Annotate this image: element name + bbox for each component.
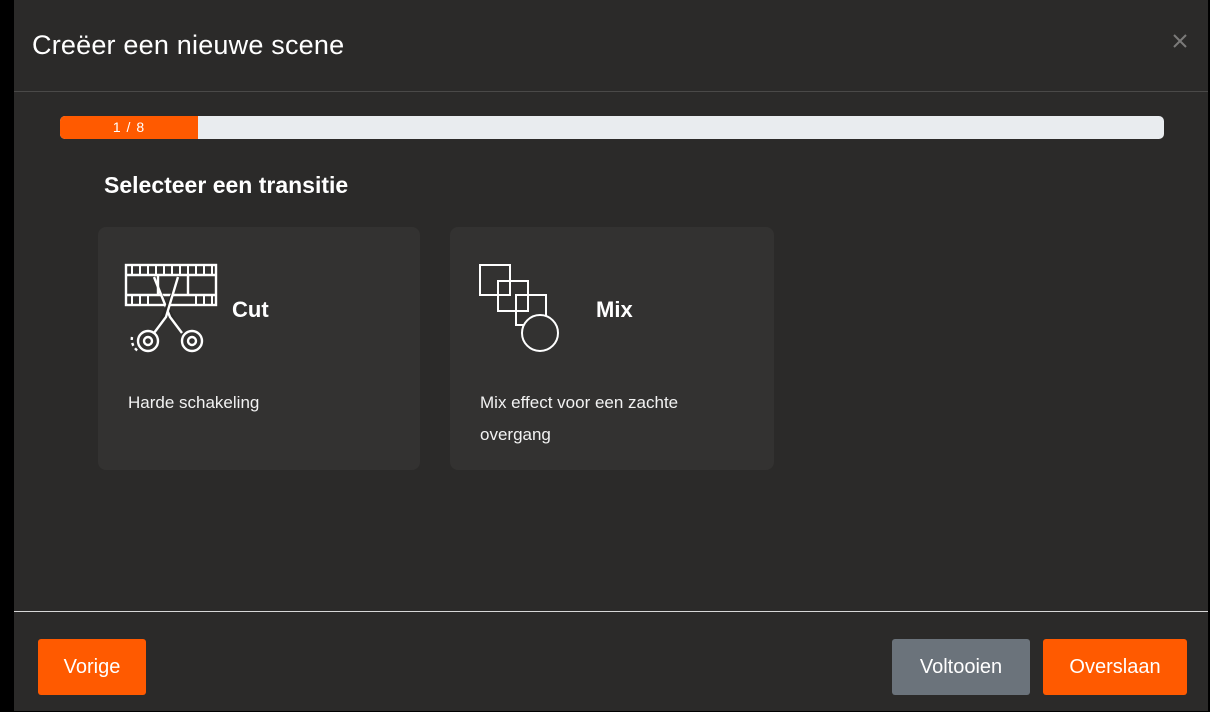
- dialog-title: Creëer een nieuwe scene: [32, 30, 345, 60]
- film-scissors-icon: [124, 259, 220, 360]
- dialog-footer: Vorige Voltooien Overslaan: [14, 611, 1208, 712]
- option-description: Mix effect voor een zachte overgang: [480, 393, 679, 444]
- previous-button[interactable]: Vorige: [38, 639, 146, 695]
- close-icon[interactable]: [1170, 32, 1190, 52]
- dialog-header: Creëer een nieuwe scene: [14, 0, 1208, 92]
- finish-button[interactable]: Voltooien: [892, 639, 1030, 695]
- option-label: Cut: [232, 297, 269, 322]
- option-label: Mix: [596, 297, 633, 322]
- skip-button[interactable]: Overslaan: [1043, 639, 1187, 695]
- close-glyph: [1173, 34, 1187, 48]
- dialog: Creëer een nieuwe scene 1 / 8 Selecteer …: [14, 0, 1208, 711]
- section-title: Selecteer een transitie: [104, 172, 349, 198]
- progress-fill: 1 / 8: [60, 116, 198, 139]
- option-card-cut[interactable]: Cut Harde schakeling: [98, 227, 420, 470]
- option-card-mix[interactable]: Mix Mix effect voor een zachte overgang: [450, 227, 774, 470]
- progress-bar: 1 / 8: [60, 116, 1164, 139]
- overlapping-shapes-icon: [476, 259, 576, 360]
- option-description: Harde schakeling: [128, 393, 260, 412]
